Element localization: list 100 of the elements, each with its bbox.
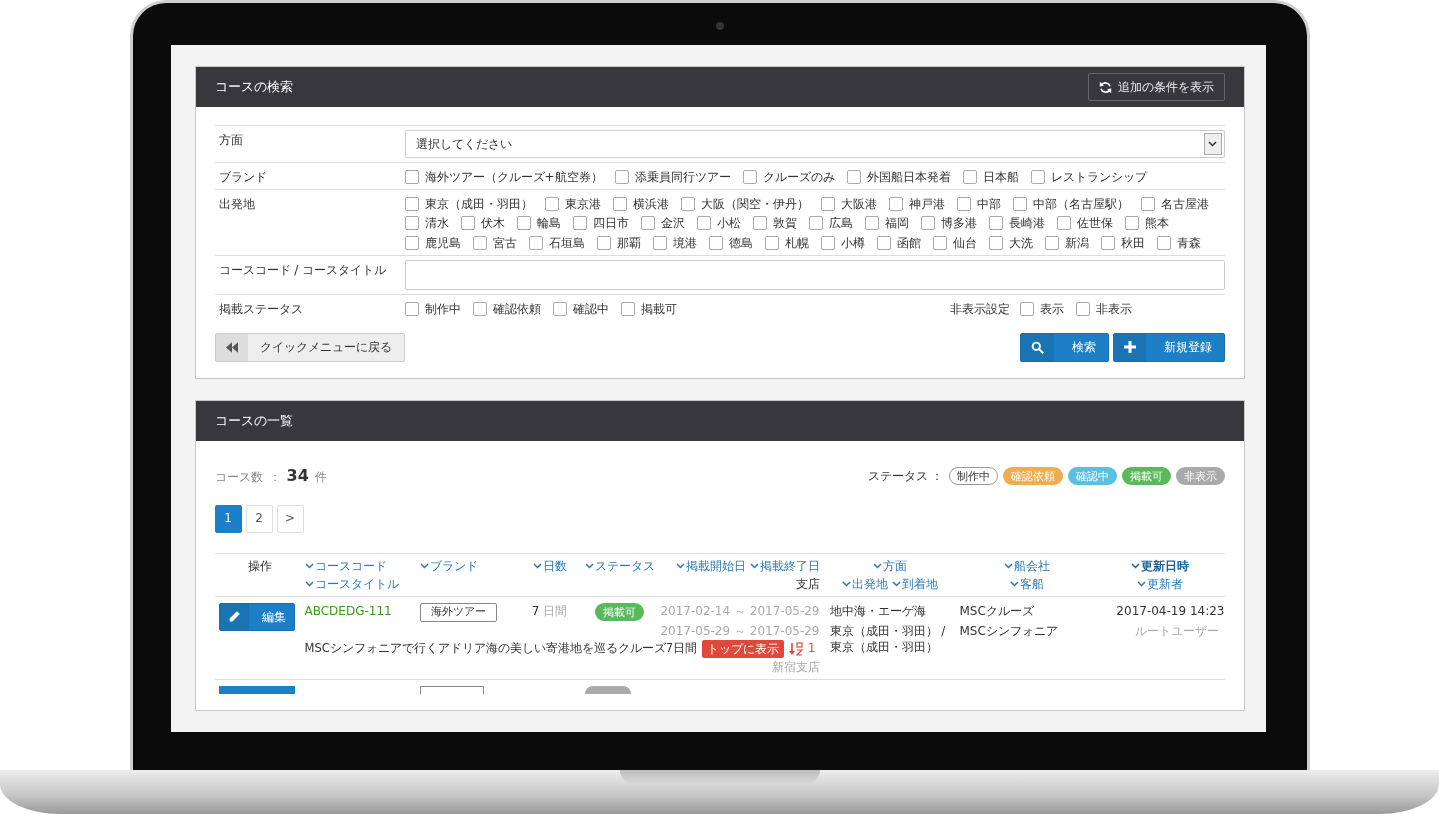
sort-link[interactable]: コースコード (304, 557, 387, 574)
checkbox[interactable] (1156, 235, 1171, 250)
chevron-down-icon (304, 562, 314, 569)
page-button[interactable]: > (276, 504, 304, 533)
checkbox[interactable] (752, 216, 767, 231)
checkbox[interactable] (888, 197, 903, 212)
checkbox[interactable] (820, 197, 835, 212)
back-button[interactable]: クイックメニューに戻る (214, 332, 405, 362)
sort-link[interactable]: 客船 (1010, 575, 1044, 592)
sort-link[interactable]: 更新日時 (1130, 557, 1189, 574)
checkbox[interactable] (640, 216, 655, 231)
checkbox[interactable] (404, 197, 419, 212)
checkbox[interactable] (1124, 216, 1139, 231)
text-field[interactable] (404, 259, 1225, 290)
checkbox[interactable] (472, 301, 487, 316)
checkbox-label: 青森 (1176, 234, 1201, 251)
checkbox[interactable] (596, 235, 611, 250)
checkbox[interactable] (876, 235, 891, 250)
sort-link[interactable]: 船会社 (1004, 557, 1050, 574)
checkbox-label: 那覇 (616, 234, 641, 251)
page-button[interactable]: 1 (214, 504, 242, 533)
chevron-down-icon (532, 562, 542, 569)
field-label: ブランド (217, 169, 268, 186)
status-badge: 掲載可 (1121, 466, 1171, 485)
sort-link[interactable]: ブランド (419, 557, 478, 574)
chevron-down-icon (419, 562, 429, 569)
double-left-icon (225, 341, 238, 353)
sort-link[interactable]: コースタイトル (304, 575, 399, 592)
checkbox[interactable] (1030, 170, 1045, 185)
checkbox[interactable] (404, 216, 419, 231)
checkbox[interactable] (404, 301, 419, 316)
checkbox-label: 清水 (424, 215, 449, 232)
new-button[interactable]: 新規登録 (1112, 332, 1225, 362)
field-label: 出発地 (217, 196, 256, 214)
edit-button[interactable]: 編集 (218, 602, 295, 631)
updated-by: ルートユーザー (1133, 622, 1220, 639)
checkbox[interactable] (1056, 216, 1071, 231)
toggle-button[interactable]: 追加の条件を表示 (1087, 72, 1225, 102)
refresh-icon (1098, 80, 1112, 94)
checkbox[interactable] (680, 197, 695, 212)
checkbox[interactable] (1075, 301, 1090, 316)
camera-icon (716, 22, 724, 30)
checkbox[interactable] (614, 170, 629, 185)
checkbox[interactable] (1012, 197, 1027, 212)
sort-link[interactable]: 更新者 (1136, 575, 1183, 592)
chevron-down-icon (1004, 562, 1013, 569)
checkbox[interactable] (572, 216, 587, 231)
checkbox[interactable] (544, 197, 559, 212)
sort-link[interactable]: 掲載開始日 (675, 557, 746, 574)
checkbox[interactable] (404, 170, 419, 185)
sort-link[interactable]: ステータス (584, 557, 655, 574)
sort-link[interactable]: 方面 (872, 557, 907, 574)
select-field[interactable]: 選択してください (404, 130, 1225, 158)
checkbox[interactable] (404, 235, 419, 250)
checkbox-label: 金沢 (660, 215, 685, 232)
search-icon (1030, 340, 1044, 354)
sort-link[interactable]: 到着地 (891, 575, 938, 592)
checkbox[interactable] (1140, 197, 1155, 212)
checkbox-label: 外国船日本発着 (866, 169, 951, 186)
checkbox[interactable] (820, 235, 835, 250)
field-label: 掲載ステータス (217, 300, 304, 317)
checkbox[interactable] (652, 235, 667, 250)
checkbox[interactable] (1019, 301, 1034, 316)
checkbox[interactable] (988, 235, 1003, 250)
checkbox[interactable] (708, 235, 723, 250)
checkbox[interactable] (846, 170, 861, 185)
checkbox[interactable] (920, 216, 935, 231)
field-label: コースコード / コースタイトル (217, 261, 388, 279)
page-button[interactable]: 2 (245, 504, 273, 533)
checkbox[interactable] (932, 235, 947, 250)
checkbox[interactable] (956, 197, 971, 212)
checkbox[interactable] (962, 170, 977, 185)
chevron-down-icon (872, 562, 882, 569)
sort-link[interactable]: 日数 (532, 557, 567, 574)
checkbox[interactable] (552, 301, 567, 316)
checkbox[interactable] (864, 216, 879, 231)
search-button[interactable]: 検索 (1019, 332, 1109, 362)
days-unit: 日間 (543, 603, 568, 618)
checkbox[interactable] (516, 216, 531, 231)
edit-button[interactable] (218, 686, 295, 695)
checkbox-label: 伏木 (480, 215, 505, 232)
checkbox[interactable] (742, 170, 757, 185)
checkbox[interactable] (472, 235, 487, 250)
chevron-down-icon (891, 580, 901, 587)
checkbox[interactable] (460, 216, 475, 231)
checkbox[interactable] (612, 197, 627, 212)
checkbox[interactable] (528, 235, 543, 250)
course-code: ABCDEDG-111 (304, 602, 393, 620)
checkbox[interactable] (620, 301, 635, 316)
sort-link[interactable]: 出発地 (841, 575, 888, 592)
checkbox[interactable] (764, 235, 779, 250)
checkbox[interactable] (988, 216, 1003, 231)
checkbox-label: 小松 (716, 215, 741, 232)
checkbox-label: 福岡 (884, 215, 909, 232)
checkbox[interactable] (1044, 235, 1059, 250)
sort-link[interactable]: 掲載終了日 (749, 557, 820, 574)
checkbox[interactable] (1100, 235, 1115, 250)
checkbox[interactable] (696, 216, 711, 231)
checkbox[interactable] (808, 216, 823, 231)
checkbox-label: 秋田 (1120, 234, 1145, 251)
